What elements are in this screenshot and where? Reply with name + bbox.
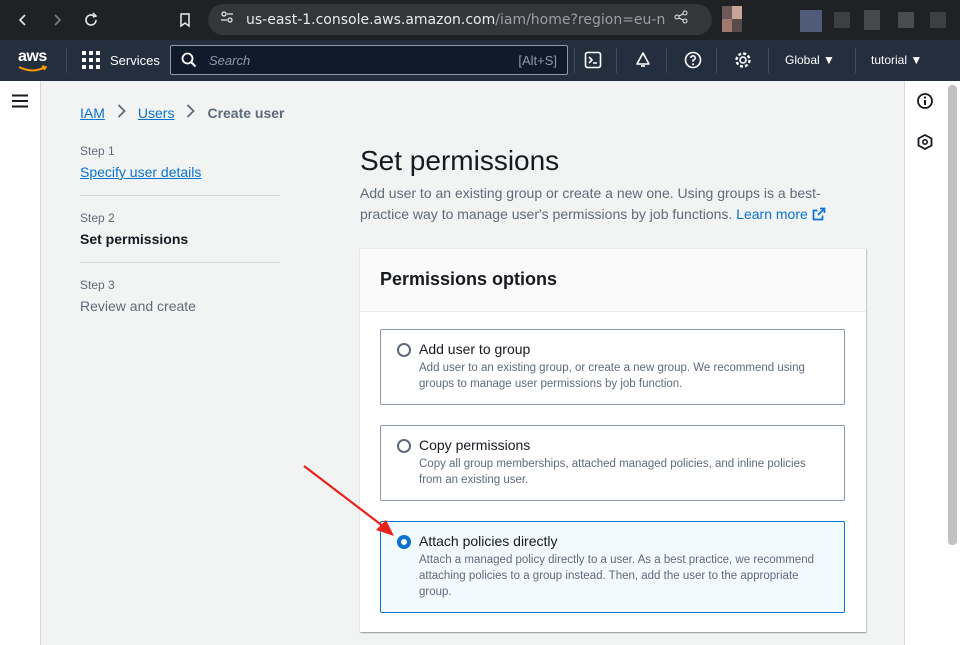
learn-more-link[interactable]: Learn more: [736, 206, 826, 222]
option-attach-policies-directly[interactable]: Attach policies directly Attach a manage…: [380, 521, 845, 613]
info-icon[interactable]: [917, 93, 933, 114]
option-description: Add user to an existing group, or create…: [419, 362, 805, 390]
extension-icon[interactable]: [864, 10, 880, 30]
step-number: Step 2: [80, 211, 115, 225]
radio-button[interactable]: [397, 439, 411, 453]
back-icon[interactable]: [12, 9, 34, 31]
breadcrumb-create-user: Create user: [207, 104, 285, 121]
aws-logo[interactable]: aws: [16, 48, 50, 74]
services-menu-button[interactable]: Services: [82, 51, 160, 69]
option-label: Attach policies directly: [419, 533, 558, 549]
wizard-steps: Step 1 Specify user details Step 2 Set p…: [80, 144, 280, 344]
feedback-icon[interactable]: [917, 133, 933, 155]
option-copy-permissions[interactable]: Copy permissions Copy all group membersh…: [380, 425, 845, 501]
site-settings-icon[interactable]: [220, 10, 234, 29]
option-add-user-to-group[interactable]: Add user to group Add user to an existin…: [380, 329, 845, 405]
help-icon[interactable]: [683, 50, 703, 70]
chevron-right-icon: [117, 104, 126, 121]
address-bar[interactable]: us-east-1.console.aws.amazon.com/iam/hom…: [208, 4, 712, 35]
page-title: Set permissions: [360, 145, 560, 176]
extension-icon[interactable]: [898, 12, 914, 28]
search-icon: [181, 52, 197, 68]
permissions-options-panel: Permissions options Add user to group Ad…: [360, 248, 866, 632]
cloudshell-icon[interactable]: [583, 50, 603, 70]
extension-icon[interactable]: [930, 12, 946, 28]
divider: [768, 48, 769, 73]
divider: [66, 48, 67, 73]
services-grid-icon: [82, 51, 100, 69]
external-link-icon: [812, 206, 826, 222]
account-label: tutorial: [871, 53, 908, 67]
caret-down-icon: ▼: [910, 53, 923, 67]
extension-icon[interactable]: [834, 12, 850, 28]
search-input[interactable]: Search [Alt+S]: [170, 45, 568, 75]
chevron-right-icon: [186, 104, 196, 121]
annotation-arrow-icon: [303, 465, 394, 536]
left-rail: [0, 81, 41, 645]
reload-icon[interactable]: [80, 9, 102, 31]
step-link-specify-user-details[interactable]: Specify user details: [80, 164, 280, 180]
step-number: Step 3: [80, 278, 115, 292]
forward-icon[interactable]: [46, 9, 68, 31]
step-label-review-and-create: Review and create: [80, 298, 196, 314]
share-icon[interactable]: [674, 10, 688, 29]
wizard-step-1: Step 1 Specify user details: [80, 144, 280, 196]
option-description: Attach a managed policy directly to a us…: [419, 554, 815, 598]
search-shortcut: [Alt+S]: [518, 52, 557, 68]
search-placeholder: Search: [209, 52, 251, 68]
browser-toolbar: us-east-1.console.aws.amazon.com/iam/hom…: [0, 0, 960, 40]
scrollbar[interactable]: [945, 81, 960, 645]
divider: [616, 48, 617, 73]
radio-button[interactable]: [397, 343, 411, 357]
settings-gear-icon[interactable]: [733, 50, 753, 70]
page-description: Add user to an existing group or create …: [360, 183, 850, 225]
aws-logo-text: aws: [18, 48, 47, 65]
breadcrumb-iam[interactable]: IAM: [80, 105, 105, 121]
divider: [574, 48, 575, 73]
panel-title: Permissions options: [380, 269, 558, 289]
divider: [666, 48, 667, 73]
learn-more-label: Learn more: [736, 206, 808, 222]
step-label-set-permissions: Set permissions: [80, 231, 189, 247]
divider: [716, 48, 717, 73]
wizard-step-2: Step 2 Set permissions: [80, 211, 280, 263]
bookmark-icon[interactable]: [174, 9, 196, 31]
region-selector[interactable]: Global ▼: [785, 53, 835, 67]
url-host: us-east-1.console.aws.amazon.com: [246, 11, 496, 28]
extension-icon[interactable]: [800, 10, 822, 32]
option-description: Copy all group memberships, attached man…: [419, 458, 806, 486]
region-label: Global: [785, 53, 820, 67]
aws-top-navigation: aws Services Search [Alt+S] Global ▼ tut…: [0, 40, 960, 81]
breadcrumb-users[interactable]: Users: [138, 105, 175, 121]
breadcrumb: IAM Users Create user: [80, 104, 285, 121]
url-path: /iam/home?region=eu-north-1...: [495, 11, 666, 28]
hamburger-menu-icon[interactable]: [12, 94, 28, 113]
option-label: Add user to group: [419, 341, 531, 357]
option-label: Copy permissions: [419, 437, 531, 453]
step-number: Step 1: [80, 144, 115, 158]
url-text: us-east-1.console.aws.amazon.com/iam/hom…: [246, 12, 666, 28]
services-label: Services: [110, 52, 160, 68]
scrollbar-thumb[interactable]: [948, 85, 957, 545]
profile-avatar-icon[interactable]: [722, 6, 742, 32]
wizard-step-3: Step 3 Review and create: [80, 278, 280, 329]
panel-header: Permissions options: [360, 249, 866, 312]
divider: [855, 48, 856, 73]
notifications-bell-icon[interactable]: [633, 50, 653, 70]
account-menu[interactable]: tutorial ▼: [871, 53, 922, 67]
caret-down-icon: ▼: [823, 53, 835, 67]
